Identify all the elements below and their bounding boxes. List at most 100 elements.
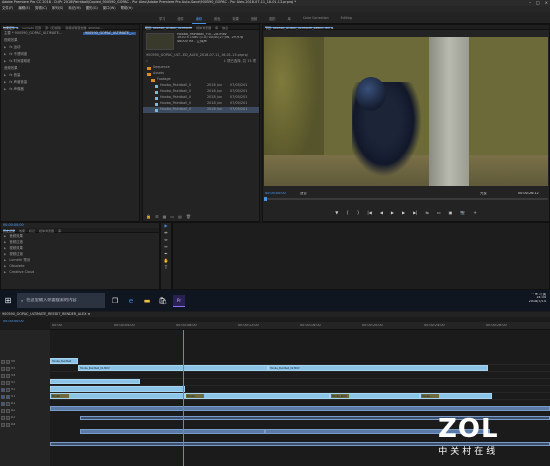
file-explorer-icon[interactable]: ▬ <box>141 295 153 307</box>
store-icon[interactable]: 🛍 <box>157 295 169 307</box>
track-header-v6[interactable]: V6 <box>0 358 50 365</box>
taskbar-search[interactable]: ⌕ 在这里输入你要搜索的内容 <box>17 293 105 308</box>
scrubber-bar[interactable] <box>264 197 548 201</box>
ripple-edit-tool-icon[interactable]: ⇔ <box>161 237 171 244</box>
audio-clip[interactable] <box>50 406 550 411</box>
menu-graphics[interactable]: 图形(G) <box>86 6 98 11</box>
timeline-clip[interactable]: Hooba_Paintball <box>50 358 78 364</box>
track-header-a3[interactable]: A3 <box>0 414 50 421</box>
tab-audio-clip-mixer[interactable]: 音频剪辑混合器: 900590... <box>65 26 102 30</box>
hand-tool-icon[interactable]: ✋ <box>161 258 171 265</box>
selection-tool-icon[interactable]: ▶ <box>161 223 171 230</box>
timeline-clip[interactable]: Hooba_Paint <box>330 393 420 399</box>
effects-item[interactable]: ▶ Creative Cloud <box>1 269 159 275</box>
menu-clip[interactable]: 剪辑(C) <box>35 6 47 11</box>
clip-thumbnail[interactable] <box>146 33 174 50</box>
quality-dropdown[interactable]: 完整 <box>480 192 487 195</box>
mark-out-icon[interactable]: } <box>357 210 360 215</box>
menu-edit[interactable]: 编辑(E) <box>18 6 30 11</box>
menu-help[interactable]: 帮助(H) <box>121 6 133 11</box>
tab-source[interactable]: 源: (无剪辑) <box>45 26 61 30</box>
tab-media-browser[interactable]: 媒体浏览器 <box>39 229 54 233</box>
workspace-tab-effects[interactable]: 效果 <box>229 14 243 24</box>
effect-row-channel-volume[interactable]: ▶ fx 声道音量 <box>1 79 139 86</box>
tab-libraries[interactable]: 库 <box>215 26 218 30</box>
go-to-in-icon[interactable]: |◀ <box>367 210 371 215</box>
workspace-tab-color[interactable]: 颜色 <box>210 14 224 24</box>
timeline-clip[interactable]: Hooba <box>185 393 330 399</box>
trash-icon[interactable]: 🗑 <box>186 214 191 219</box>
export-frame-icon[interactable]: 📷 <box>460 210 465 215</box>
tab-effects[interactable]: 效果 <box>19 229 25 233</box>
workspace-tab-learn[interactable]: 学习 <box>155 14 169 24</box>
step-back-icon[interactable]: ◀ <box>380 210 383 215</box>
track-header-v3[interactable]: V3 <box>0 379 50 386</box>
new-bin-icon[interactable]: ▭ <box>170 214 174 219</box>
tab-lumetri-scopes[interactable]: Lumetri 范围 <box>22 26 41 30</box>
track-header-a4[interactable]: A4 <box>0 421 50 428</box>
expand-arrow-icon[interactable]: ▶ <box>4 88 6 91</box>
tab-program[interactable]: 节目: 900590_GOPAC_ULTIMATE_REEDI...ED ≡ <box>265 26 334 30</box>
go-to-out-icon[interactable]: ▶| <box>413 210 417 215</box>
timeline-timecode[interactable]: 00:00:00:00 <box>3 320 24 323</box>
menu-window[interactable]: 窗口(W) <box>103 6 116 11</box>
timeline-tab[interactable]: 900590_GOPAC_ULTIMATE_REEDIT_RENDER_ALEX… <box>0 312 550 317</box>
comparison-view-icon[interactable]: ▣ <box>449 210 453 215</box>
effect-row-panner[interactable]: ▶ fx 声像器 <box>1 86 139 93</box>
expand-arrow-icon[interactable]: ▶ <box>4 53 6 56</box>
edge-icon[interactable]: e <box>125 295 137 307</box>
icon-view-icon[interactable]: ▦ <box>163 214 167 219</box>
tab-info[interactable]: 信息 <box>222 26 228 30</box>
menu-marker[interactable]: 标记(M) <box>68 6 80 11</box>
expand-arrow-icon[interactable]: ▶ <box>4 74 6 77</box>
expand-arrow-icon[interactable]: ▶ <box>4 46 6 49</box>
add-button-icon[interactable]: + <box>473 210 476 215</box>
track-header-v4[interactable]: V4 <box>0 372 50 379</box>
step-forward-icon[interactable]: ▶ <box>402 210 405 215</box>
clip-selector[interactable]: 主要 * 900590_GOPAC_ULTIMATE... <box>4 31 62 35</box>
tab-markers[interactable]: 标记 <box>29 229 35 233</box>
premiere-pro-icon[interactable]: Pr <box>173 294 185 307</box>
workspace-tab-color-correction[interactable]: Color Correction <box>299 14 333 24</box>
task-view-icon[interactable]: ❐ <box>109 295 121 307</box>
tab-effect-controls[interactable]: 效果控件 ≡ <box>3 26 19 30</box>
timeline-clip[interactable]: Hooba <box>50 393 185 399</box>
program-timecode[interactable]: 00:00:00:00 <box>265 192 286 195</box>
track-header-a2[interactable]: A2 <box>0 407 50 414</box>
tab-libraries[interactable]: 库 <box>58 229 61 233</box>
lift-icon[interactable]: ⇆ <box>426 210 429 215</box>
fit-dropdown[interactable]: 适合 <box>300 192 307 195</box>
timeline-clip[interactable]: Hooba <box>420 393 492 399</box>
mark-in-icon[interactable]: { <box>346 210 349 215</box>
audio-clip[interactable] <box>80 429 265 434</box>
play-icon[interactable]: ▶ <box>391 210 394 215</box>
search-icon[interactable]: ⌕ <box>146 59 148 63</box>
effect-row-volume[interactable]: ▶ fx 音量 <box>1 72 139 79</box>
expand-arrow-icon[interactable]: ▶ <box>4 81 6 84</box>
menu-file[interactable]: 文件(F) <box>2 6 13 11</box>
workspace-tab-libraries[interactable]: 库 <box>284 14 295 24</box>
extract-icon[interactable]: ▭ <box>437 210 441 215</box>
list-view-icon[interactable]: ☰ <box>155 214 159 219</box>
timeline-clip[interactable]: Hooba_Paintball_02.MOV <box>268 365 488 371</box>
effect-row-opacity[interactable]: ▶ fx 不透明度 <box>1 51 139 58</box>
effect-row-motion[interactable]: ▶ fx 运动 <box>1 44 139 51</box>
type-tool-icon[interactable]: T <box>161 265 171 272</box>
expand-arrow-icon[interactable]: ▶ <box>4 60 6 63</box>
clock-date[interactable]: 2018/7/14 <box>529 300 546 303</box>
tab-history[interactable]: 历史记录 <box>3 229 16 233</box>
tab-media-browser[interactable]: 媒体浏览器 <box>196 26 211 30</box>
track-header-v1[interactable]: V1 <box>0 393 50 400</box>
timeline-clip[interactable] <box>50 379 140 384</box>
workspace-tab-graphics[interactable]: 图形 <box>265 14 279 24</box>
pen-tool-icon[interactable]: ✒ <box>161 251 171 258</box>
track-select-tool-icon[interactable]: ⇹ <box>161 230 171 237</box>
track-header-v5[interactable]: V5 <box>0 365 50 372</box>
effect-row-time-remap[interactable]: ▶ fx 时间重映射 <box>1 58 139 65</box>
playhead-handle[interactable] <box>264 197 267 201</box>
track-header-v2[interactable]: V2 <box>0 386 50 393</box>
timeline-clip[interactable]: Hooba_Paintball_01.MOV <box>78 365 268 371</box>
tab-project[interactable]: 项目: 900590_GOPAC_ULTIMATE <box>145 26 193 30</box>
new-item-icon[interactable]: ▤ <box>178 214 182 219</box>
menu-sequence[interactable]: 序列(S) <box>52 6 64 11</box>
